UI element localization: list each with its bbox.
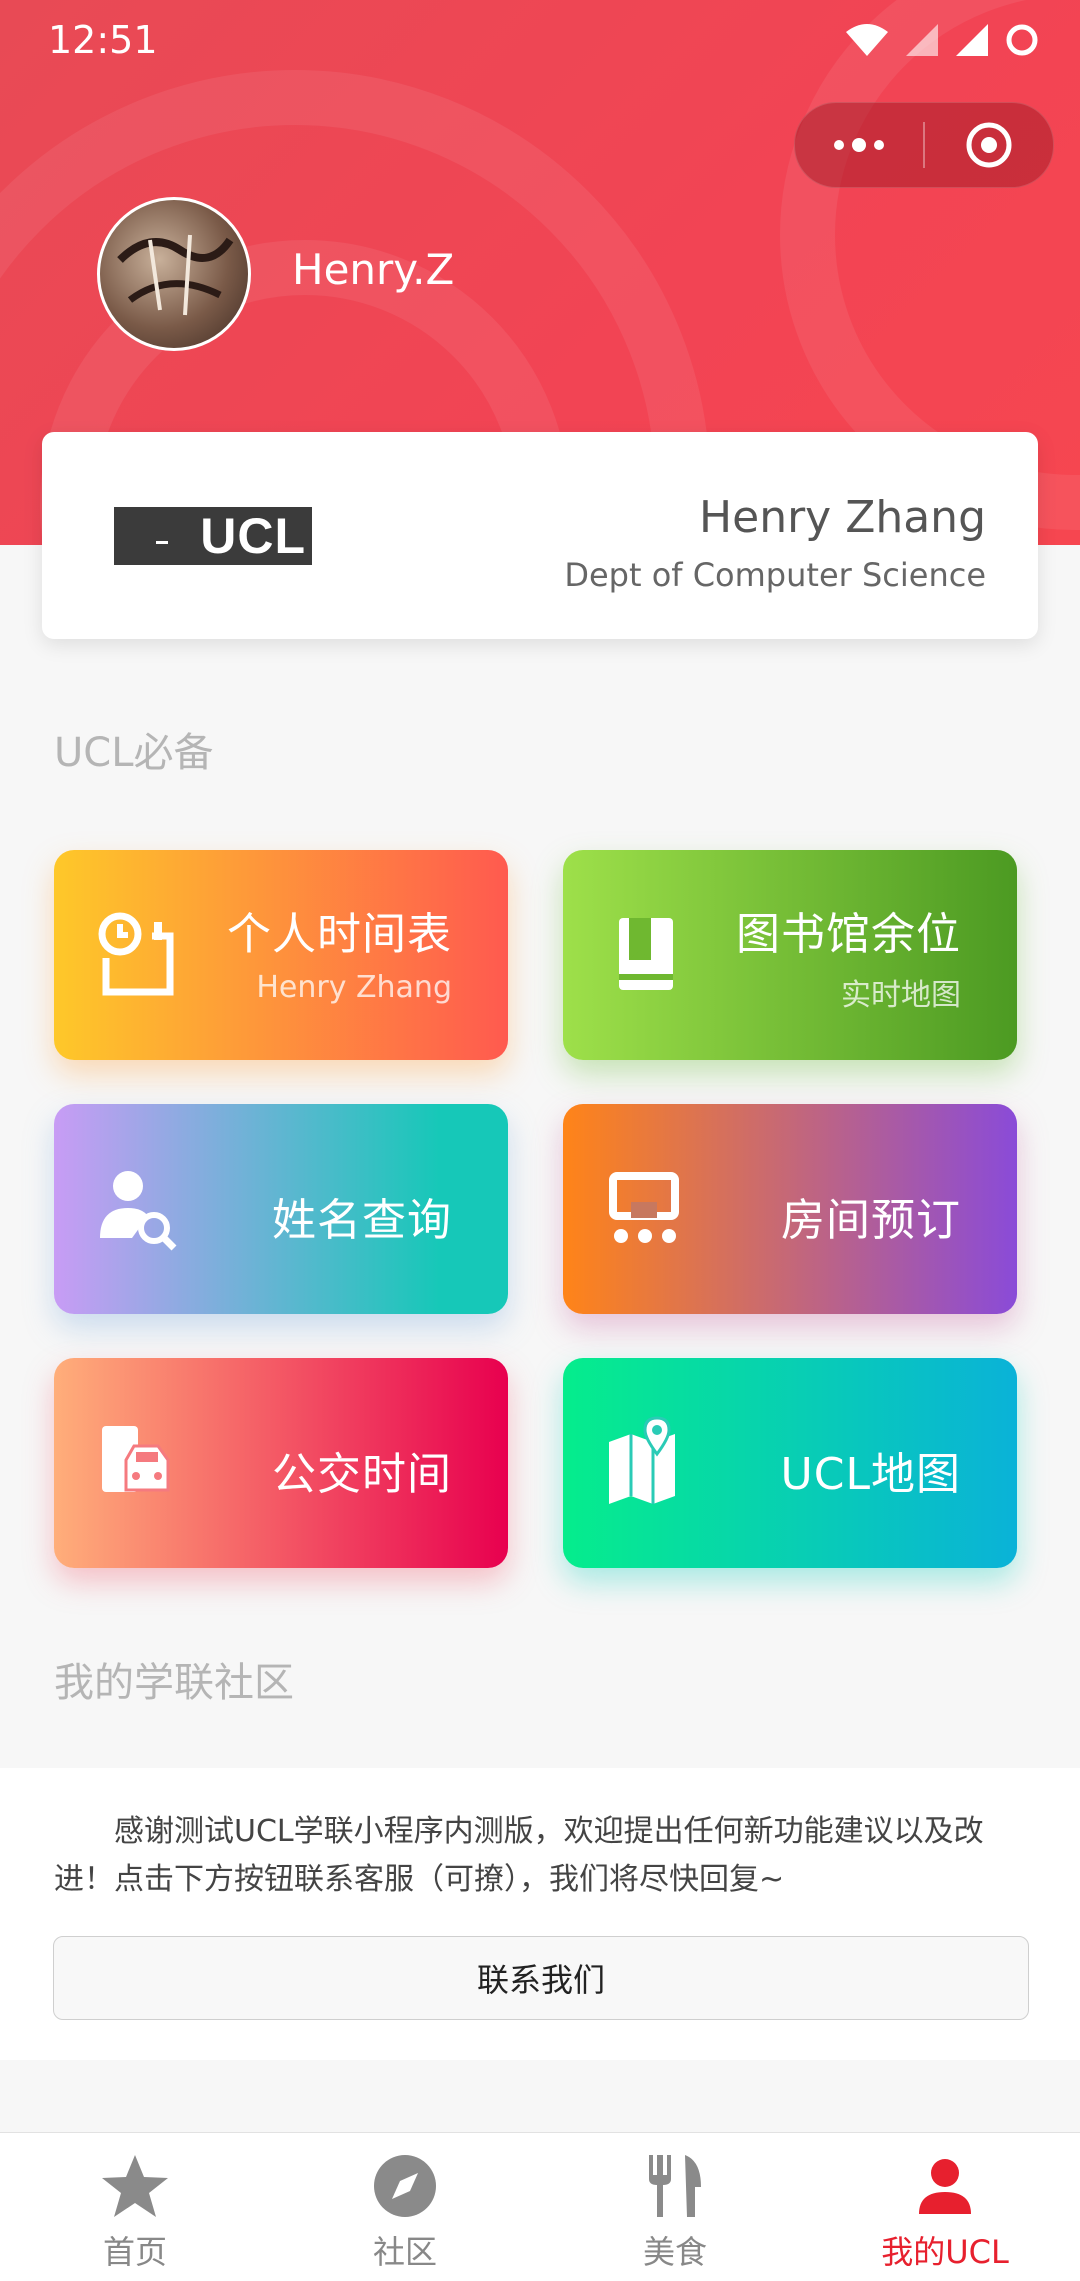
contact-us-button[interactable]: 联系我们 (53, 1936, 1029, 2020)
bus-icon (102, 1426, 170, 1492)
close-miniprogram-button[interactable] (925, 103, 1053, 187)
tab-my-ucl[interactable]: 我的UCL (810, 2133, 1080, 2281)
miniprogram-capsule (794, 102, 1054, 188)
feedback-notice: 感谢测试UCL学联小程序内测版，欢迎提出任何新功能建议以及改进！点击下方按钮联系… (0, 1768, 1080, 2060)
tile-timetable[interactable]: 个人时间表 Henry Zhang (54, 850, 508, 1060)
person-icon (919, 2159, 971, 2214)
student-id-card: UCL Henry Zhang Dept of Computer Science (42, 432, 1038, 639)
tile-bus-times[interactable]: 公交时间 (54, 1358, 508, 1568)
username: Henry.Z (292, 245, 455, 294)
tile-room-booking[interactable]: 房间预订 (563, 1104, 1017, 1314)
ucl-logo: UCL (114, 507, 312, 565)
section-title-community: 我的学联社区 (54, 1660, 294, 1706)
compass-icon (374, 2155, 436, 2217)
student-department: Dept of Computer Science (564, 556, 986, 594)
more-dots-icon (834, 138, 884, 152)
status-icons (844, 22, 1040, 58)
tile-ucl-map[interactable]: UCL地图 (563, 1358, 1017, 1568)
signal-r-icon (956, 24, 988, 56)
map-pin-icon (609, 1416, 675, 1504)
star-icon (102, 2155, 168, 2217)
student-name: Henry Zhang (699, 492, 986, 543)
tile-library-seats[interactable]: 图书馆余位 实时地图 (563, 850, 1017, 1060)
person-search-icon (100, 1171, 177, 1251)
battery-ring-icon (1006, 24, 1038, 56)
section-title-essentials: UCL必备 (54, 730, 214, 776)
timetable-icon (98, 912, 174, 996)
tab-food[interactable]: 美食 (540, 2133, 810, 2281)
avatar[interactable] (97, 197, 251, 351)
room-booking-icon (609, 1172, 679, 1243)
status-time: 12:51 (48, 18, 158, 62)
target-icon (966, 122, 1012, 168)
signal-icon (906, 24, 938, 56)
wifi-icon (846, 24, 888, 56)
tab-community[interactable]: 社区 (270, 2133, 540, 2281)
bottom-tab-bar: 首页 社区 美食 我的UCL (0, 2132, 1080, 2281)
more-button[interactable] (795, 103, 923, 187)
library-book-icon (619, 918, 673, 990)
fork-knife-icon (649, 2155, 701, 2217)
tab-home[interactable]: 首页 (0, 2133, 270, 2281)
notice-text: 感谢测试UCL学联小程序内测版，欢迎提出任何新功能建议以及改进！点击下方按钮联系… (54, 1814, 984, 1897)
tile-name-lookup[interactable]: 姓名查询 (54, 1104, 508, 1314)
